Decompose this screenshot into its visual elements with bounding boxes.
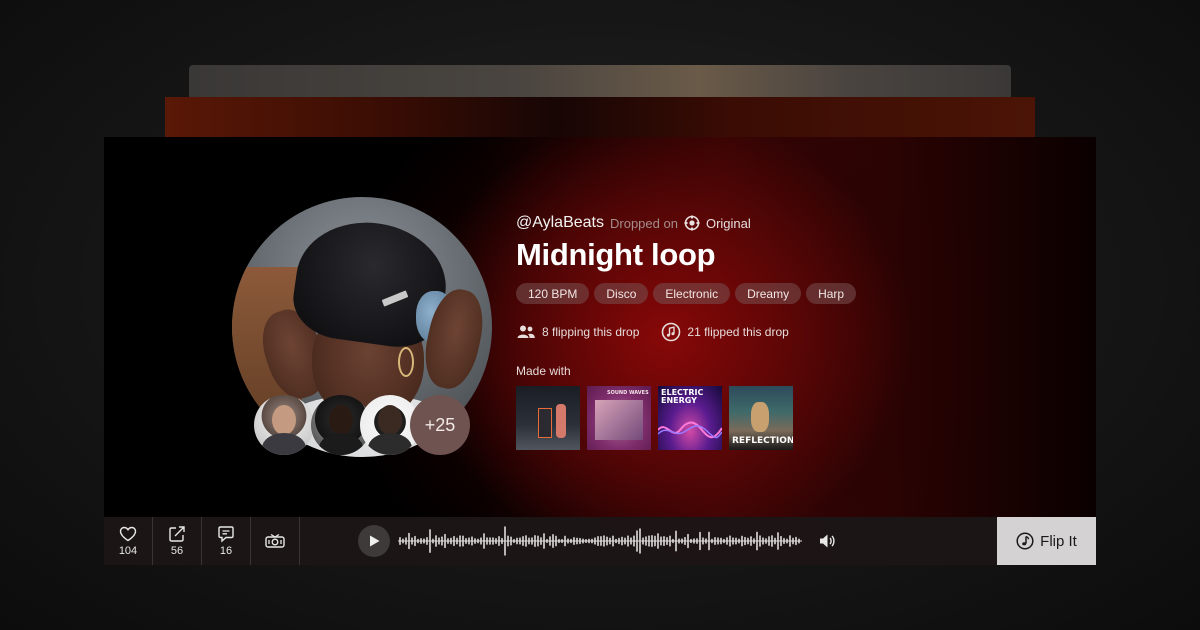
tag-pill[interactable]: 120 BPM [516,283,590,304]
drop-title: Midnight loop [516,237,716,272]
radio-button[interactable] [251,517,300,565]
source-cover[interactable]: REFLECTIONS [729,386,793,450]
cover-caption: ELECTRIC ENERGY [661,388,704,405]
collaborators-more-badge[interactable]: +25 [410,395,470,455]
original-icon [684,215,700,231]
comment-icon [218,526,234,543]
audio-player [300,517,997,565]
waveform[interactable] [398,521,802,561]
source-cover[interactable] [516,386,580,450]
tag-list: 120 BPM Disco Electronic Dreamy Harp [516,283,996,304]
flip-it-button[interactable]: Flip It [997,517,1096,565]
tag-pill[interactable]: Disco [594,283,649,304]
flipped-text: 21 flipped this drop [687,325,789,339]
heart-icon [119,526,137,542]
cover-caption: SOUND WAVES [607,390,649,396]
users-icon [517,325,535,338]
volume-icon[interactable] [818,532,836,550]
tag-pill[interactable]: Electronic [653,283,731,304]
stacked-card-middle [165,97,1035,141]
byline: @AylaBeats Dropped on Original [516,213,996,233]
cover-caption: REFLECTIONS [732,436,793,446]
play-button[interactable] [358,525,390,557]
source-cover[interactable]: ELECTRIC ENERGY [658,386,722,450]
drop-info: @AylaBeats Dropped on Original Midnight … [516,213,996,450]
source-cover[interactable]: SOUND WAVES [587,386,651,450]
dropped-on-label: Dropped on [610,215,678,231]
flip-it-label: Flip It [1040,532,1077,550]
artist-handle[interactable]: @AylaBeats [516,214,604,232]
source-label[interactable]: Original [706,216,751,231]
flipping-text: 8 flipping this drop [542,325,640,339]
share-button[interactable]: 56 [153,517,202,565]
like-count: 104 [118,545,138,557]
flipped-stat: 21 flipped this drop [661,322,789,342]
comment-button[interactable]: 16 [202,517,251,565]
play-icon [370,535,380,547]
share-icon [169,526,185,542]
tag-pill[interactable]: Dreamy [735,283,802,304]
like-button[interactable]: 104 [104,517,153,565]
flipping-stat: 8 flipping this drop [516,322,639,342]
drop-card: +25 @AylaBeats Dropped on Original Midni… [104,137,1096,565]
music-note-icon [1016,532,1034,550]
disc-icon [662,322,681,342]
collaborator-avatar[interactable] [254,395,314,455]
share-count: 56 [170,545,184,557]
source-covers: SOUND WAVES ELECTRIC ENERGY REFLECTIONS [516,386,996,450]
action-bar: 104 56 16 Flip It [104,517,1096,565]
comment-count: 16 [219,545,233,557]
radio-icon [265,533,285,548]
drop-stats: 8 flipping this drop 21 flipped this dro… [516,322,996,342]
made-with-label: Made with [516,364,571,378]
tag-pill[interactable]: Harp [806,283,857,304]
